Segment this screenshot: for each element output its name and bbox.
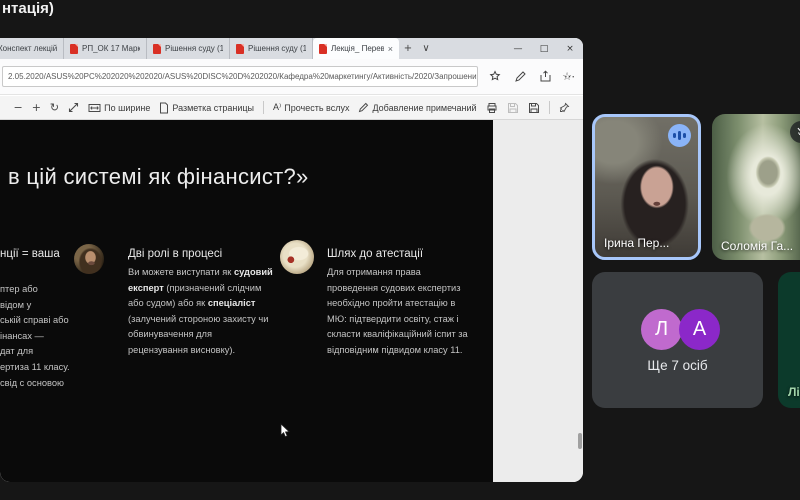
favorites-icon[interactable]: [489, 70, 502, 83]
slide-page: в цій системі як фінансист?» нції = ваша…: [0, 120, 493, 482]
muted-mic-icon: [790, 121, 800, 143]
address-bar-row: 2.05.2020/ASUS%20PC%202020%202020/ASUS%2…: [0, 59, 583, 95]
slide-col1-heading: нції = ваша: [0, 248, 60, 260]
close-button[interactable]: ×: [557, 38, 583, 59]
browser-tab-4[interactable]: Рішення суду (1).pdf: [230, 38, 313, 59]
read-aloud-icon: A⁾: [273, 102, 282, 112]
slide-image-certificate-photo: [280, 240, 314, 274]
page-layout-label: Разметка страницы: [172, 102, 255, 113]
tab-strip: Конспект лекцій.pdf РП_ОК 17 Маркетинг_ …: [0, 38, 583, 59]
viewer-scrollbar[interactable]: [578, 433, 582, 449]
fit-page-icon[interactable]: [68, 102, 79, 113]
save-as-icon[interactable]: [528, 102, 540, 114]
browser-tab-3[interactable]: Рішення суду (1).pdf: [147, 38, 230, 59]
col2-text: (залучений стороною захисту чи обвинувач…: [128, 313, 269, 355]
print-icon[interactable]: [486, 102, 498, 114]
save-icon[interactable]: [507, 102, 519, 114]
col2-text: Ви можете виступати як: [128, 267, 234, 277]
speaking-indicator-icon: [668, 124, 691, 147]
pdf-toolbar: − + ↻ По ширине Разметка страницы A⁾ Про…: [0, 96, 583, 120]
read-aloud-label: Прочесть вслух: [284, 102, 350, 113]
tab-list-button[interactable]: ∨: [417, 38, 435, 59]
more-participants-label: Ще 7 осіб: [647, 358, 708, 373]
pdf-viewer: в цій системі як фінансист?» нції = ваша…: [0, 120, 583, 482]
read-aloud-button[interactable]: A⁾ Прочесть вслух: [273, 102, 349, 113]
overflow-participants-tile[interactable]: Л А Ще 7 осіб: [592, 272, 763, 408]
toolbar-separator: [548, 101, 550, 114]
window-controls: — □ ×: [505, 38, 583, 59]
tab-label: Рішення суду (1).pdf: [248, 44, 306, 53]
tab-close-icon[interactable]: ×: [388, 44, 393, 54]
col1-line: інансах —: [0, 330, 44, 341]
slide-col2-heading: Дві ролі в процесі: [128, 248, 223, 260]
avatar: А: [679, 309, 720, 350]
col1-line: дат для: [0, 346, 34, 357]
slide-col2-body: Ви можете виступати як судовий експерт (…: [128, 265, 274, 359]
slide-col1-body: птер або відом у ській справі або інанса…: [0, 282, 70, 391]
slide-image-expert-photo: [74, 244, 104, 274]
add-annotations-button[interactable]: Добавление примечаний: [358, 102, 477, 113]
col1-line: відом у: [0, 299, 32, 310]
col1-line: ській справі або: [0, 315, 69, 326]
participant-name: Ірина Пер...: [604, 236, 670, 250]
col1-line: ертиза 11 класу.: [0, 361, 70, 372]
tab-label: Рішення суду (1).pdf: [165, 44, 223, 53]
minimize-button[interactable]: —: [505, 38, 531, 59]
tab-label: Конспект лекцій.pdf: [0, 44, 57, 53]
meeting-title: нтація): [2, 0, 54, 17]
tab-label: Лекція_ Перевозо: [331, 44, 384, 53]
add-annotations-label: Добавление примечаний: [372, 102, 477, 113]
slide-col3-heading: Шлях до атестації: [327, 248, 424, 260]
col1-line: птер або: [0, 284, 38, 294]
participant-name: Лі: [788, 385, 800, 399]
tab-label: РП_ОК 17 Маркетинг_: [82, 44, 140, 53]
zoom-in-button[interactable]: +: [32, 101, 41, 114]
pdf-file-icon: [319, 43, 327, 54]
video-tile-irina[interactable]: Ірина Пер...: [592, 114, 701, 260]
avatar-group: Л А: [641, 309, 720, 350]
page-layout-button[interactable]: Разметка страницы: [159, 102, 254, 114]
share-icon[interactable]: [539, 70, 552, 83]
slide-title: в цій системі як фінансист?»: [8, 164, 309, 189]
new-tab-button[interactable]: +: [399, 38, 417, 59]
browser-tab-2[interactable]: РП_ОК 17 Маркетинг_: [64, 38, 147, 59]
more-menu-icon[interactable]: ⋯: [564, 70, 575, 83]
participant-name: Соломія Га...: [721, 239, 794, 253]
rotate-button[interactable]: ↻: [50, 101, 59, 114]
avatar: Л: [641, 309, 682, 350]
fit-width-icon: [88, 103, 101, 112]
mouse-cursor: [280, 423, 291, 438]
pen-icon: [359, 102, 369, 113]
browser-tab-1[interactable]: Конспект лекцій.pdf: [0, 38, 64, 59]
page-layout-icon: [160, 102, 169, 113]
video-tile-solomiya[interactable]: Соломія Га...: [712, 114, 800, 260]
fit-width-button[interactable]: По ширине: [88, 103, 150, 113]
pdf-file-icon: [236, 43, 244, 54]
pdf-file-icon: [153, 43, 161, 54]
pin-toolbar-icon[interactable]: [559, 102, 570, 113]
pdf-file-icon: [70, 43, 78, 54]
browser-tab-active[interactable]: Лекція_ Перевозо ×: [313, 38, 399, 59]
toolbar-separator: [263, 101, 265, 114]
col2-bold-text: спеціаліст: [207, 298, 256, 309]
annotate-pen-icon[interactable]: [514, 70, 527, 83]
zoom-out-button[interactable]: −: [13, 101, 22, 114]
maximize-button[interactable]: □: [531, 38, 557, 59]
slide-col3-body: Для отримання права проведення судових е…: [327, 267, 468, 355]
video-tile-green[interactable]: Лі: [778, 272, 800, 408]
browser-window: Конспект лекцій.pdf РП_ОК 17 Маркетинг_ …: [0, 38, 583, 482]
col1-line: свід с основою: [0, 377, 64, 388]
url-field[interactable]: 2.05.2020/ASUS%20PC%202020%202020/ASUS%2…: [2, 66, 478, 87]
fit-width-label: По ширине: [104, 102, 151, 113]
